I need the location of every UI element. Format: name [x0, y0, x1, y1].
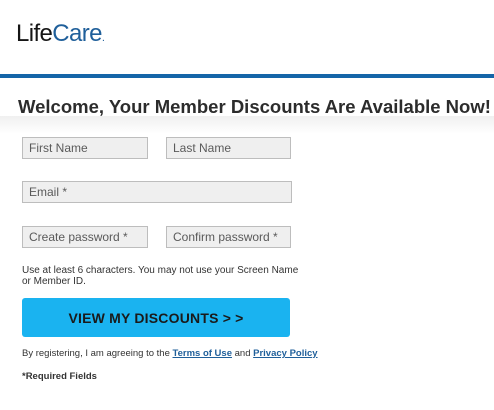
required-fields-note: *Required Fields — [22, 371, 97, 382]
logo-care-text: Care — [52, 20, 102, 47]
email-input[interactable] — [22, 181, 292, 203]
last-name-input[interactable] — [166, 137, 291, 159]
terms-of-use-link[interactable]: Terms of Use — [173, 348, 232, 359]
first-name-input[interactable] — [22, 137, 148, 159]
confirm-password-input[interactable] — [166, 226, 291, 248]
agreement-prefix: By registering, I am agreeing to the — [22, 348, 173, 359]
password-hint: Use at least 6 characters. You may not u… — [22, 265, 299, 287]
create-password-input[interactable] — [22, 226, 148, 248]
logo-life-text: Life — [16, 20, 53, 47]
privacy-policy-link[interactable]: Privacy Policy — [253, 348, 317, 359]
agreement-text: By registering, I am agreeing to the Ter… — [22, 348, 318, 359]
lifecare-logo[interactable]: LifeCare. — [16, 20, 105, 47]
title-divider-band — [0, 116, 494, 134]
page-title: Welcome, Your Member Discounts Are Avail… — [18, 96, 491, 117]
logo-dot: . — [101, 32, 105, 44]
agreement-and: and — [231, 348, 254, 359]
view-my-discounts-button[interactable]: VIEW MY DISCOUNTS > > — [22, 298, 290, 337]
site-header: LifeCare. — [0, 0, 494, 78]
